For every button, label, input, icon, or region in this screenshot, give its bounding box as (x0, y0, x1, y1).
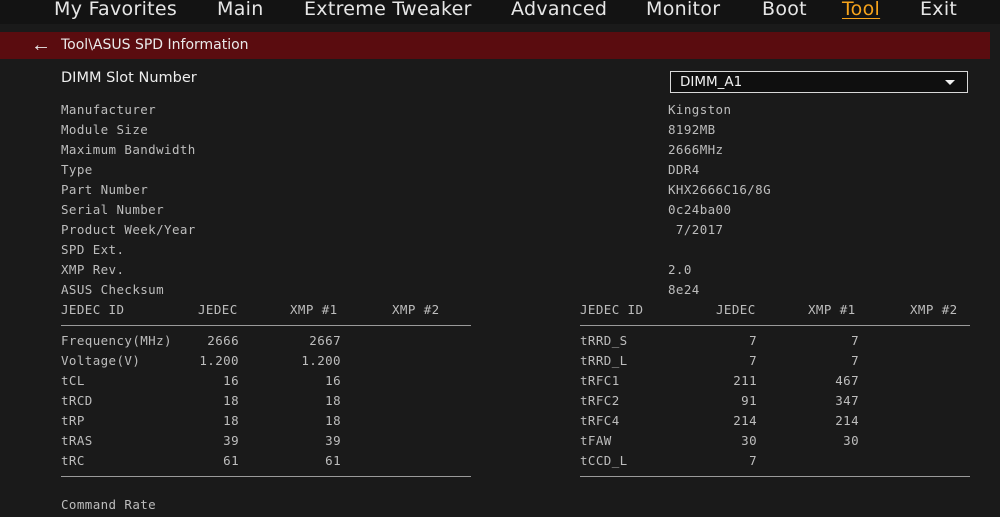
dimm-slot-label: DIMM Slot Number (61, 70, 197, 86)
table-left-header: JEDEC (198, 302, 238, 317)
timing-value: 16 (223, 373, 239, 388)
timing-value: 7 (851, 333, 859, 348)
timing-label: tCCD_L (580, 453, 628, 468)
timing-value: 7 (749, 353, 757, 368)
timing-value: 2667 (309, 333, 341, 348)
info-label: Type (61, 162, 93, 177)
info-label: Product Week/Year (61, 222, 196, 237)
timing-label: tRCD (61, 393, 93, 408)
info-label: XMP Rev. (61, 262, 125, 277)
tab-extreme-tweaker[interactable]: Extreme Tweaker (304, 0, 472, 20)
timing-value: 1.200 (199, 353, 239, 368)
timing-value: 211 (733, 373, 757, 388)
info-label: Serial Number (61, 202, 165, 217)
info-value: 2666MHz (668, 142, 724, 157)
dimm-slot-value: DIMM_A1 (680, 74, 743, 90)
timing-label: tRFC4 (580, 413, 620, 428)
timing-value: 7 (749, 333, 757, 348)
info-row: XMP Rev. 2.0 (0, 260, 1000, 280)
info-label: SPD Ext. (61, 242, 125, 257)
info-value: 2.0 (668, 262, 692, 277)
info-value: 7/2017 (668, 222, 724, 237)
timing-value: 347 (835, 393, 859, 408)
timing-label: Voltage(V) (61, 353, 141, 368)
info-label: Maximum Bandwidth (61, 142, 196, 157)
timing-value: 18 (223, 413, 239, 428)
timing-value: 18 (325, 413, 341, 428)
info-row: Serial Number 0c24ba00 (0, 200, 1000, 220)
timing-value: 2666 (207, 333, 239, 348)
timing-label: tRRD_S (580, 333, 628, 348)
table-right-header-divider (580, 325, 970, 326)
timing-value: 39 (223, 433, 239, 448)
timing-label: tRRD_L (580, 353, 628, 368)
info-row: SPD Ext. (0, 240, 1000, 260)
timing-value: 467 (835, 373, 859, 388)
info-row: Manufacturer Kingston (0, 100, 1000, 120)
timing-label: tRAS (61, 433, 93, 448)
caret-down-icon (945, 80, 955, 85)
tab-my-favorites[interactable]: My Favorites (54, 0, 177, 20)
arrow-left-icon[interactable]: ← (31, 32, 51, 59)
timing-value: 7 (851, 353, 859, 368)
command-rate-row[interactable]: Command Rate (0, 495, 1000, 515)
timing-value: 61 (325, 453, 341, 468)
info-value: 8e24 (668, 282, 700, 297)
info-row: Part Number KHX2666C16/8G (0, 180, 1000, 200)
tab-advanced[interactable]: Advanced (511, 0, 607, 20)
timing-value: 61 (223, 453, 239, 468)
timing-label: tFAW (580, 433, 612, 448)
timing-value: 30 (843, 433, 859, 448)
dimm-slot-dropdown[interactable]: DIMM_A1 (670, 71, 968, 93)
breadcrumb: Tool\ASUS SPD Information (61, 37, 249, 53)
tab-tool[interactable]: Tool (842, 0, 880, 20)
timing-value: 39 (325, 433, 341, 448)
tab-exit[interactable]: Exit (920, 0, 957, 20)
info-row: ASUS Checksum 8e24 (0, 280, 1000, 300)
timing-value: 214 (733, 413, 757, 428)
info-label: Part Number (61, 182, 149, 197)
timing-label: tRFC1 (580, 373, 620, 388)
table-right-footer-divider (580, 476, 970, 477)
info-row: Module Size 8192MB (0, 120, 1000, 140)
table-right-header: XMP #1 (808, 302, 856, 317)
info-label: Manufacturer (61, 102, 157, 117)
tab-monitor[interactable]: Monitor (646, 0, 720, 20)
timing-label: tCL (61, 373, 85, 388)
timing-label: tRC (61, 453, 85, 468)
info-value: 8192MB (668, 122, 716, 137)
top-menu-bar: My Favorites Main Extreme Tweaker Advanc… (0, 0, 1000, 24)
table-right-header: JEDEC (716, 302, 756, 317)
info-row: Product Week/Year 7/2017 (0, 220, 1000, 240)
timing-value: 18 (325, 393, 341, 408)
info-value: KHX2666C16/8G (668, 182, 772, 197)
timing-value: 16 (325, 373, 341, 388)
table-left-header-divider (61, 325, 471, 326)
info-label: ASUS Checksum (61, 282, 165, 297)
timing-value: 7 (749, 453, 757, 468)
info-row: Type DDR4 (0, 160, 1000, 180)
tab-main[interactable]: Main (217, 0, 264, 20)
timing-label: tRFC2 (580, 393, 620, 408)
table-right-header: JEDEC ID (580, 302, 644, 317)
timing-value: 214 (835, 413, 859, 428)
info-label: Module Size (61, 122, 149, 137)
info-value: Kingston (668, 102, 732, 117)
info-row: Maximum Bandwidth 2666MHz (0, 140, 1000, 160)
table-left-header: JEDEC ID (61, 302, 125, 317)
breadcrumb-bar: ← Tool\ASUS SPD Information (0, 32, 990, 59)
info-value: 0c24ba00 (668, 202, 732, 217)
timing-value: 1.200 (301, 353, 341, 368)
tab-boot[interactable]: Boot (762, 0, 807, 20)
table-left-header: XMP #1 (290, 302, 338, 317)
table-left-footer-divider (61, 476, 471, 477)
table-right-header: XMP #2 (910, 302, 958, 317)
timing-value: 91 (741, 393, 757, 408)
info-value: DDR4 (668, 162, 700, 177)
timing-value: 18 (223, 393, 239, 408)
command-rate-label: Command Rate (61, 497, 157, 512)
timing-value: 30 (741, 433, 757, 448)
table-left-header: XMP #2 (392, 302, 440, 317)
timing-label: tRP (61, 413, 85, 428)
